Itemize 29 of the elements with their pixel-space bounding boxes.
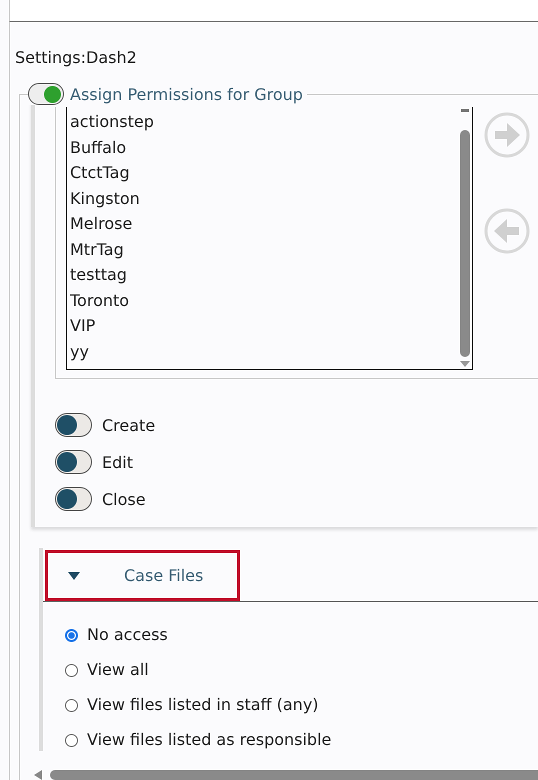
caret-icon [68, 572, 80, 580]
tag-list[interactable]: actionstep Buffalo CtctTag Kingston Melrose MtrTag testtag Toronto VIP yy [66, 107, 473, 370]
section-header[interactable]: Case Files [45, 550, 240, 601]
toggle-label: Create [102, 416, 156, 434]
list-item[interactable]: Melrose [70, 211, 458, 236]
toggle-switch[interactable] [55, 413, 92, 437]
list-item[interactable]: CtctTag [70, 160, 458, 186]
radio-option[interactable]: View files listed in staff (any) [65, 694, 538, 716]
list-item[interactable]: VIP [70, 313, 458, 338]
group-legend: Assign Permissions for Group [70, 84, 303, 104]
list-item[interactable]: Toronto [70, 288, 458, 313]
toggle-switch[interactable] [55, 487, 92, 511]
page-title: Settings:Dash2 [15, 48, 138, 69]
horizontal-scrollbar[interactable] [34, 770, 538, 780]
list-item[interactable]: testtag [70, 262, 458, 288]
list-item[interactable]: yy [70, 338, 458, 364]
list-item[interactable]: Kingston [70, 186, 458, 211]
radio-option[interactable]: View files listed as responsible [65, 729, 538, 751]
toggle-label: Edit [102, 452, 133, 472]
toggle-label: Close [102, 490, 146, 508]
toggle-switch[interactable] [28, 83, 64, 105]
scroll-left-icon[interactable] [34, 770, 42, 780]
toggle-switch[interactable] [55, 450, 92, 474]
list-item[interactable]: Buffalo [70, 134, 458, 160]
radio-option[interactable]: No access [65, 624, 538, 646]
list-item[interactable]: actionstep [70, 109, 458, 134]
list-item[interactable]: MtrTag [70, 236, 458, 262]
vertical-scrollbar[interactable] [458, 107, 472, 369]
radio-option[interactable]: View all [65, 659, 538, 681]
